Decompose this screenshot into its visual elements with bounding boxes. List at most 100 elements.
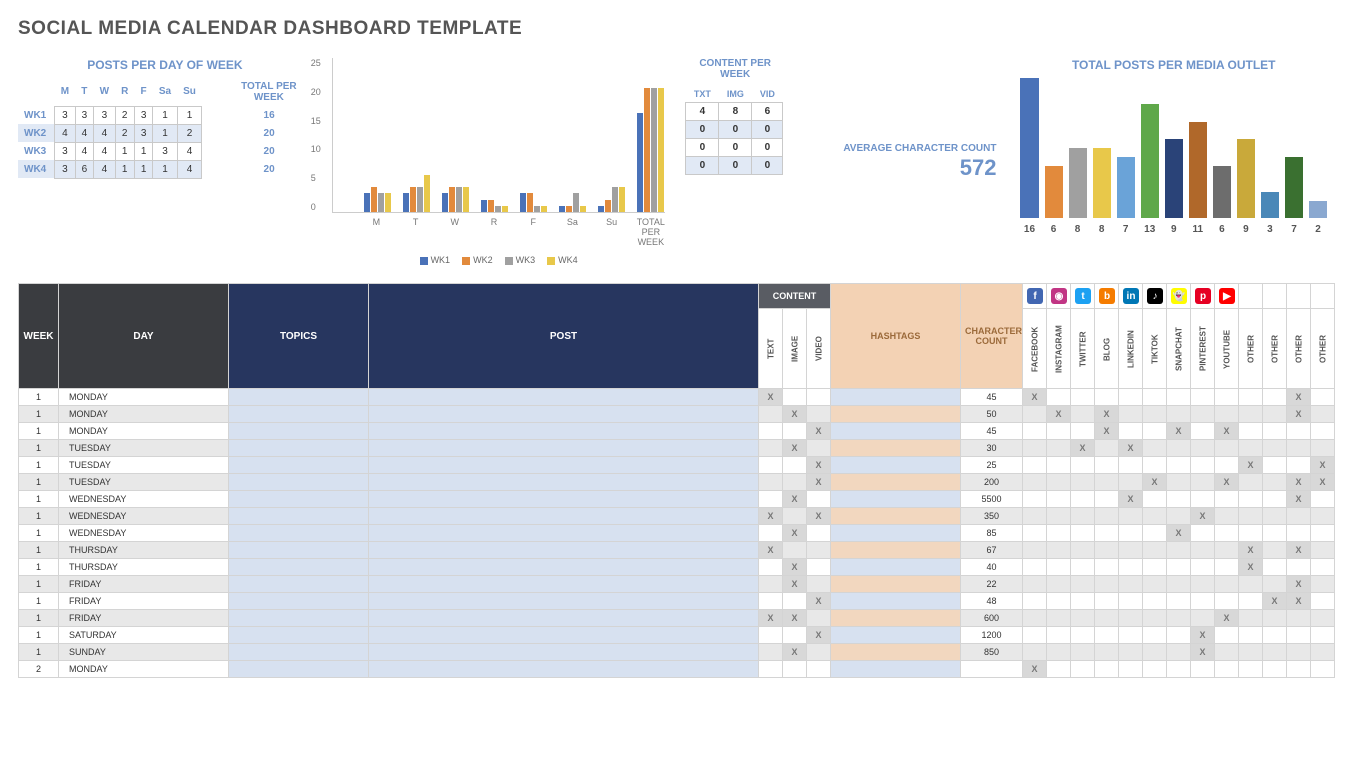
media-cell[interactable] bbox=[1047, 610, 1071, 627]
media-cell[interactable] bbox=[1263, 610, 1287, 627]
media-cell[interactable] bbox=[1023, 525, 1047, 542]
image-cell[interactable]: X bbox=[783, 440, 807, 457]
media-cell[interactable] bbox=[1095, 627, 1119, 644]
media-cell[interactable] bbox=[1095, 559, 1119, 576]
text-cell[interactable] bbox=[759, 491, 783, 508]
week-cell[interactable]: 1 bbox=[19, 508, 59, 525]
text-cell[interactable] bbox=[759, 525, 783, 542]
media-cell[interactable] bbox=[1311, 440, 1335, 457]
video-cell[interactable]: X bbox=[807, 508, 831, 525]
media-cell[interactable] bbox=[1047, 661, 1071, 678]
day-cell[interactable]: THURSDAY bbox=[59, 542, 229, 559]
post-cell[interactable] bbox=[369, 610, 759, 627]
media-cell[interactable] bbox=[1095, 457, 1119, 474]
hashtags-cell[interactable] bbox=[831, 440, 961, 457]
media-cell[interactable] bbox=[1095, 661, 1119, 678]
post-cell[interactable] bbox=[369, 474, 759, 491]
text-cell[interactable]: X bbox=[759, 389, 783, 406]
media-cell[interactable] bbox=[1287, 508, 1311, 525]
media-cell[interactable]: X bbox=[1287, 491, 1311, 508]
week-cell[interactable]: 1 bbox=[19, 406, 59, 423]
media-cell[interactable] bbox=[1239, 627, 1263, 644]
text-cell[interactable]: X bbox=[759, 542, 783, 559]
media-cell[interactable] bbox=[1239, 525, 1263, 542]
week-cell[interactable]: 1 bbox=[19, 474, 59, 491]
media-cell[interactable] bbox=[1263, 423, 1287, 440]
media-cell[interactable] bbox=[1167, 389, 1191, 406]
media-cell[interactable] bbox=[1023, 457, 1047, 474]
media-cell[interactable] bbox=[1119, 457, 1143, 474]
charcount-cell[interactable]: 22 bbox=[961, 576, 1023, 593]
media-cell[interactable] bbox=[1239, 440, 1263, 457]
day-cell[interactable]: TUESDAY bbox=[59, 474, 229, 491]
media-cell[interactable]: X bbox=[1071, 440, 1095, 457]
post-cell[interactable] bbox=[369, 423, 759, 440]
media-cell[interactable] bbox=[1239, 610, 1263, 627]
media-cell[interactable] bbox=[1311, 542, 1335, 559]
week-cell[interactable]: 1 bbox=[19, 491, 59, 508]
media-cell[interactable] bbox=[1119, 406, 1143, 423]
media-cell[interactable] bbox=[1095, 576, 1119, 593]
image-cell[interactable]: X bbox=[783, 559, 807, 576]
media-cell[interactable] bbox=[1311, 508, 1335, 525]
media-cell[interactable] bbox=[1023, 542, 1047, 559]
image-cell[interactable]: X bbox=[783, 406, 807, 423]
topics-cell[interactable] bbox=[229, 559, 369, 576]
media-cell[interactable] bbox=[1239, 644, 1263, 661]
media-cell[interactable] bbox=[1311, 389, 1335, 406]
image-cell[interactable] bbox=[783, 389, 807, 406]
media-cell[interactable]: X bbox=[1263, 593, 1287, 610]
image-cell[interactable]: X bbox=[783, 525, 807, 542]
media-cell[interactable] bbox=[1263, 406, 1287, 423]
media-cell[interactable] bbox=[1143, 644, 1167, 661]
charcount-cell[interactable]: 200 bbox=[961, 474, 1023, 491]
media-cell[interactable]: X bbox=[1143, 474, 1167, 491]
media-cell[interactable] bbox=[1287, 457, 1311, 474]
post-cell[interactable] bbox=[369, 576, 759, 593]
image-cell[interactable] bbox=[783, 542, 807, 559]
media-cell[interactable] bbox=[1023, 508, 1047, 525]
charcount-cell[interactable]: 600 bbox=[961, 610, 1023, 627]
media-cell[interactable] bbox=[1263, 542, 1287, 559]
week-cell[interactable]: 1 bbox=[19, 440, 59, 457]
media-cell[interactable] bbox=[1287, 661, 1311, 678]
media-cell[interactable] bbox=[1143, 508, 1167, 525]
media-cell[interactable] bbox=[1311, 406, 1335, 423]
video-cell[interactable] bbox=[807, 576, 831, 593]
media-cell[interactable] bbox=[1071, 627, 1095, 644]
media-cell[interactable] bbox=[1167, 644, 1191, 661]
media-cell[interactable] bbox=[1215, 508, 1239, 525]
charcount-cell[interactable]: 40 bbox=[961, 559, 1023, 576]
text-cell[interactable] bbox=[759, 440, 783, 457]
media-cell[interactable] bbox=[1311, 559, 1335, 576]
media-cell[interactable] bbox=[1167, 508, 1191, 525]
video-cell[interactable]: X bbox=[807, 457, 831, 474]
media-cell[interactable] bbox=[1023, 644, 1047, 661]
week-cell[interactable]: 1 bbox=[19, 525, 59, 542]
day-cell[interactable]: WEDNESDAY bbox=[59, 525, 229, 542]
hashtags-cell[interactable] bbox=[831, 559, 961, 576]
media-cell[interactable] bbox=[1215, 661, 1239, 678]
media-cell[interactable] bbox=[1167, 576, 1191, 593]
image-cell[interactable]: X bbox=[783, 610, 807, 627]
week-cell[interactable]: 2 bbox=[19, 661, 59, 678]
media-cell[interactable] bbox=[1047, 389, 1071, 406]
media-cell[interactable] bbox=[1191, 593, 1215, 610]
week-cell[interactable]: 1 bbox=[19, 423, 59, 440]
hashtags-cell[interactable] bbox=[831, 474, 961, 491]
media-cell[interactable] bbox=[1263, 491, 1287, 508]
media-cell[interactable] bbox=[1071, 389, 1095, 406]
media-cell[interactable] bbox=[1023, 610, 1047, 627]
media-cell[interactable] bbox=[1191, 542, 1215, 559]
media-cell[interactable] bbox=[1167, 627, 1191, 644]
charcount-cell[interactable]: 45 bbox=[961, 423, 1023, 440]
media-cell[interactable] bbox=[1095, 644, 1119, 661]
media-cell[interactable] bbox=[1239, 576, 1263, 593]
media-cell[interactable] bbox=[1287, 627, 1311, 644]
media-cell[interactable] bbox=[1311, 661, 1335, 678]
media-cell[interactable] bbox=[1311, 491, 1335, 508]
media-cell[interactable]: X bbox=[1047, 406, 1071, 423]
media-cell[interactable] bbox=[1047, 474, 1071, 491]
media-cell[interactable] bbox=[1287, 559, 1311, 576]
media-cell[interactable] bbox=[1023, 559, 1047, 576]
